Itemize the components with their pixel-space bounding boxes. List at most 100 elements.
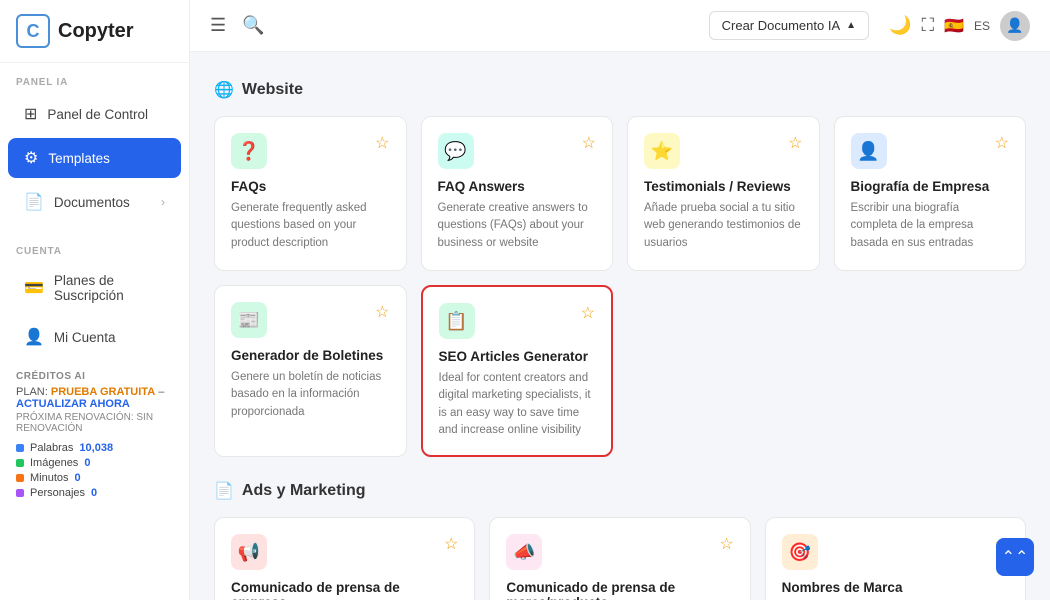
card-header: 🎯 ☆ [782,534,1009,570]
main-content: ☰ 🔍 Crear Documento IA ▲ 🌙 ⛶ 🇪🇸 ES 👤 🌐 W… [190,0,1050,600]
website-cards-grid: ❓ ☆ FAQs Generate frequently asked quest… [214,116,1026,457]
sidebar-item-documentos[interactable]: 📄 Documentos › [8,182,181,222]
website-icon: 🌐 [214,80,234,100]
star-button[interactable]: ☆ [719,534,733,554]
testimonials-icon: ⭐ [644,133,680,169]
logo-text: Copyter [58,20,134,43]
flag-icon: 🇪🇸 [944,16,964,36]
panel-ia-label: PANEL IA [0,63,189,92]
credit-type: Imágenes [30,457,78,469]
search-icon[interactable]: 🔍 [242,15,264,36]
card-comunicado-marca[interactable]: 📣 ☆ Comunicado de prensa de marca/produc… [489,517,750,600]
topbar: ☰ 🔍 Crear Documento IA ▲ 🌙 ⛶ 🇪🇸 ES 👤 [190,0,1050,52]
card-comunicado-empresa[interactable]: 📢 ☆ Comunicado de prensa de empresa Reda… [214,517,475,600]
seo-icon: 📋 [439,303,475,339]
crear-documento-button[interactable]: Crear Documento IA ▲ [709,11,869,40]
credit-row-imagenes: Imágenes 0 [16,457,173,469]
section-label: Ads y Marketing [242,482,366,500]
card-title: FAQs [231,179,390,194]
card-nombres-marca[interactable]: 🎯 ☆ Nombres de Marca Generar nombres de … [765,517,1026,600]
scroll-top-button[interactable]: ⌃⌃ [996,538,1034,576]
star-button[interactable]: ☆ [375,302,389,322]
star-button[interactable]: ☆ [375,133,389,153]
credit-value: 0 [91,487,97,499]
sidebar-item-label: Mi Cuenta [54,330,116,345]
card-title: FAQ Answers [438,179,597,194]
card-title: Comunicado de prensa de marca/producto [506,580,733,600]
card-header: 📋 ☆ [439,303,596,339]
chevron-up-icon: ⌃⌃ [1002,547,1029,567]
imagenes-dot [16,459,24,467]
card-desc: Genere un boletín de noticias basado en … [231,369,390,421]
credits-section: CRÉDITOS AI PLAN: PRUEBA GRATUITA – ACTU… [0,359,189,514]
credit-row-palabras: Palabras 10,038 [16,442,173,454]
chevron-down-icon: ▲ [846,20,856,31]
hamburger-icon[interactable]: ☰ [210,15,226,36]
credit-value: 0 [75,472,81,484]
gear-icon: ⚙ [24,148,38,168]
plan-name: PRUEBA GRATUITA [51,386,155,398]
card-header: ⭐ ☆ [644,133,803,169]
star-button[interactable]: ☆ [581,303,595,323]
star-button[interactable]: ☆ [582,133,596,153]
renewal-line: PRÓXIMA RENOVACIÓN: SIN RENOVACIÓN [16,412,173,434]
card-title: Biografía de Empresa [851,179,1010,194]
grid-icon: ⊞ [24,104,37,124]
card-faqs[interactable]: ❓ ☆ FAQs Generate frequently asked quest… [214,116,407,271]
card-header: 📢 ☆ [231,534,458,570]
section-label: Website [242,81,303,99]
card-header: 👤 ☆ [851,133,1010,169]
credit-type: Palabras [30,442,73,454]
card-header: 📣 ☆ [506,534,733,570]
card-desc: Ideal for content creators and digital m… [439,370,596,439]
credits-label: CRÉDITOS AI [16,371,173,382]
card-title: Nombres de Marca [782,580,1009,595]
cuenta-label: CUENTA [0,232,189,261]
sidebar-logo: C Copyter [0,0,189,63]
star-button[interactable]: ☆ [995,133,1009,153]
boletines-icon: 📰 [231,302,267,338]
star-button[interactable]: ☆ [444,534,458,554]
minutos-dot [16,474,24,482]
ads-icon: 📄 [214,481,234,501]
card-desc: Generate frequently asked questions base… [231,200,390,252]
card-faq-answers[interactable]: 💬 ☆ FAQ Answers Generate creative answer… [421,116,614,271]
card-title: Comunicado de prensa de empresa [231,580,458,600]
card-boletines[interactable]: 📰 ☆ Generador de Boletines Genere un bol… [214,285,407,457]
comunicado-empresa-icon: 📢 [231,534,267,570]
personajes-dot [16,489,24,497]
sidebar-item-templates[interactable]: ⚙ Templates [8,138,181,178]
nombres-icon: 🎯 [782,534,818,570]
sidebar-item-panel-control[interactable]: ⊞ Panel de Control [8,94,181,134]
chevron-right-icon: › [161,195,165,209]
credit-value: 10,038 [79,442,113,454]
card-desc: Escribir una biografía completa de la em… [851,200,1010,252]
fullscreen-icon[interactable]: ⛶ [921,15,934,36]
avatar[interactable]: 👤 [1000,11,1030,41]
planes-icon: 💳 [24,278,44,298]
credit-row-personajes: Personajes 0 [16,487,173,499]
card-desc: Generate creative answers to questions (… [438,200,597,252]
user-icon: 👤 [24,327,44,347]
ads-cards-grid: 📢 ☆ Comunicado de prensa de empresa Reda… [214,517,1026,600]
sidebar-item-label: Documentos [54,195,130,210]
card-biografia[interactable]: 👤 ☆ Biografía de Empresa Escribir una bi… [834,116,1027,271]
sidebar-item-planes[interactable]: 💳 Planes de Suscripción [8,263,181,313]
moon-icon[interactable]: 🌙 [889,15,911,36]
sidebar-item-label: Panel de Control [47,107,148,122]
card-title: Generador de Boletines [231,348,390,363]
credit-value: 0 [84,457,90,469]
sidebar-item-mi-cuenta[interactable]: 👤 Mi Cuenta [8,317,181,357]
card-desc: Añade prueba social a tu sitio web gener… [644,200,803,252]
logo-icon: C [16,14,50,48]
card-header: 💬 ☆ [438,133,597,169]
doc-icon: 📄 [24,192,44,212]
card-seo-articles[interactable]: 📋 ☆ SEO Articles Generator Ideal for con… [421,285,614,457]
upgrade-link[interactable]: ACTUALIZAR AHORA [16,398,130,410]
star-button[interactable]: ☆ [788,133,802,153]
lang-label: ES [974,19,990,33]
biografia-icon: 👤 [851,133,887,169]
card-testimonials[interactable]: ⭐ ☆ Testimonials / Reviews Añade prueba … [627,116,820,271]
card-title: SEO Articles Generator [439,349,596,364]
plan-line: PLAN: PRUEBA GRATUITA – ACTUALIZAR AHORA [16,386,173,410]
